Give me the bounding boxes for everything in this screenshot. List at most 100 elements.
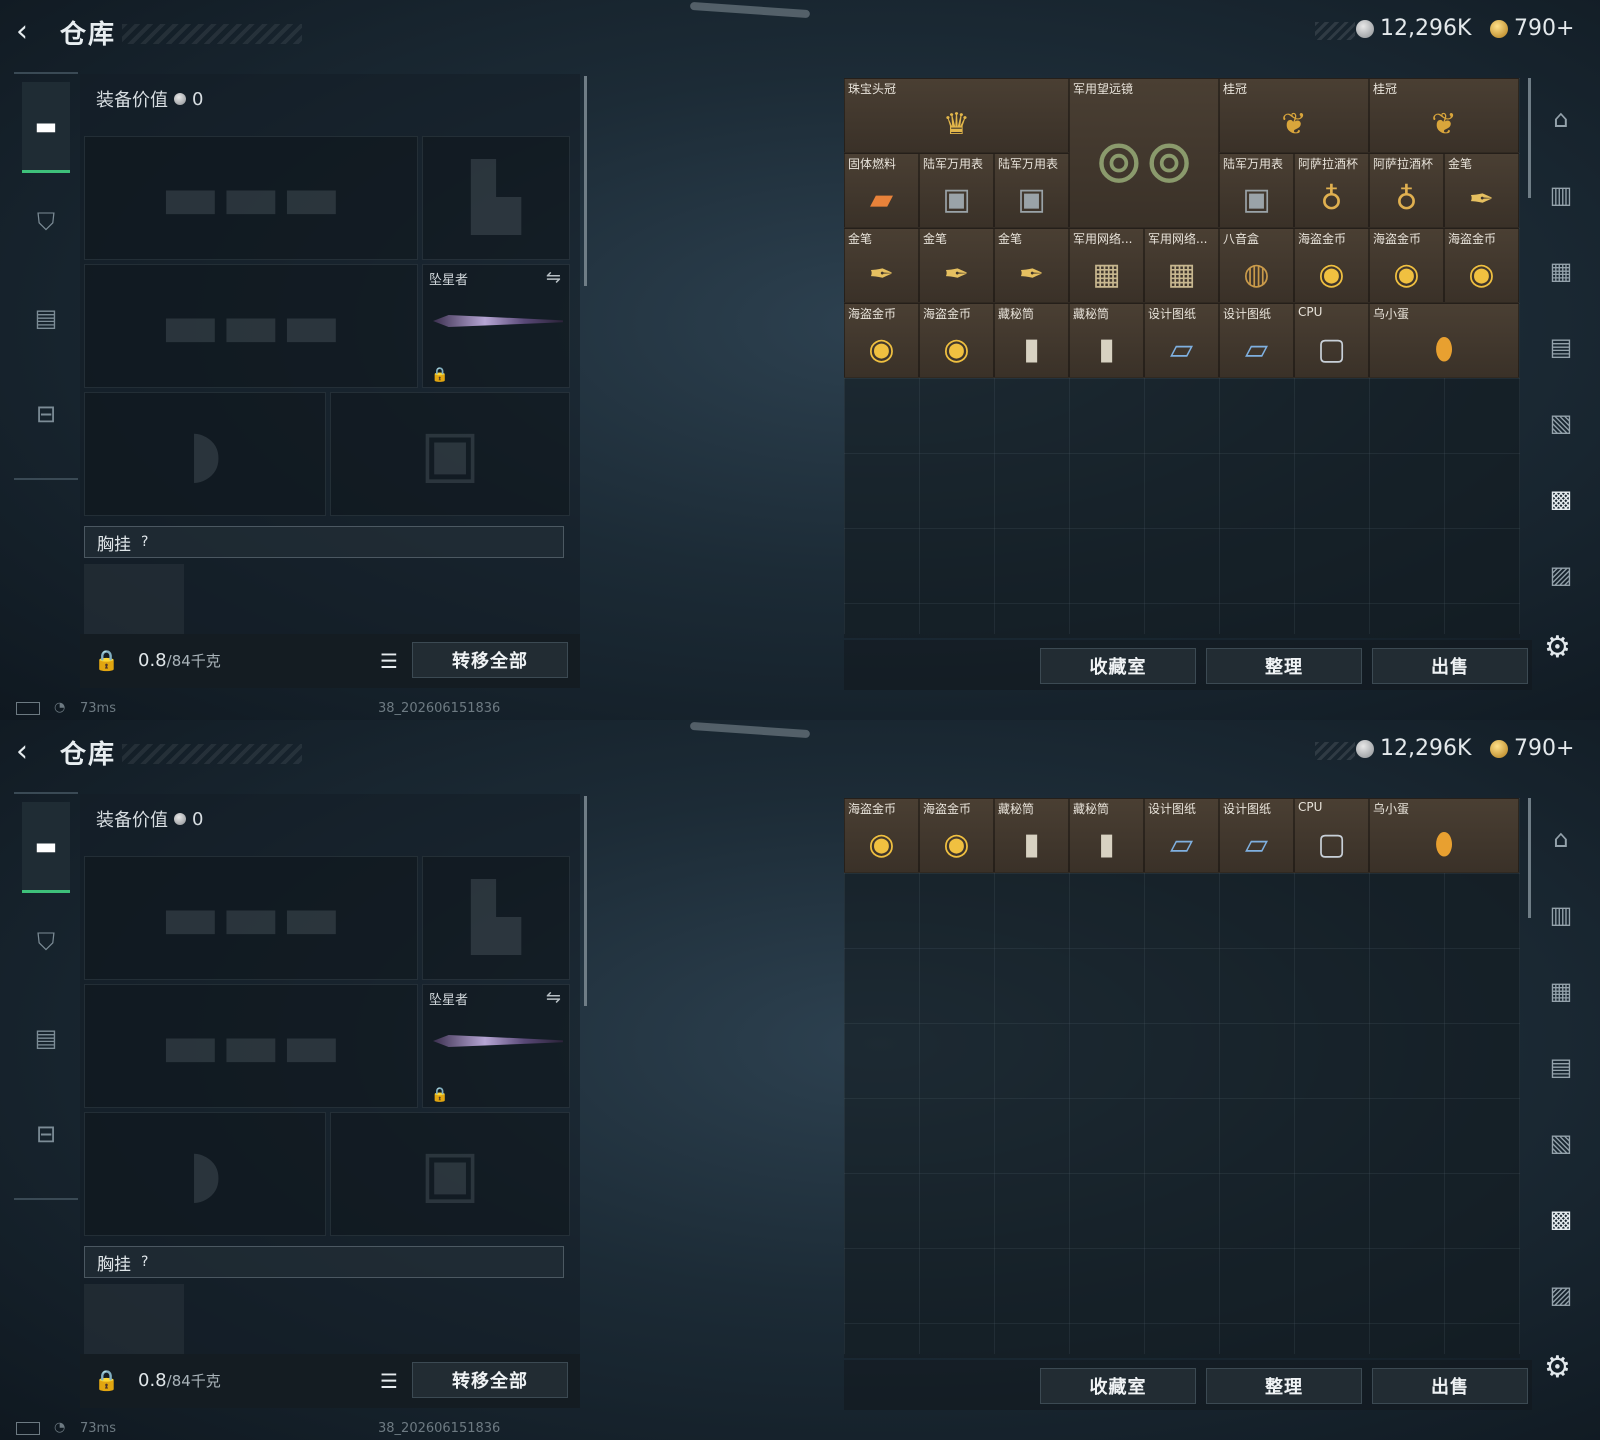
vault-icon[interactable]: ⌂	[1542, 100, 1580, 138]
storage-item[interactable]: 海盗金币 ◉	[1369, 228, 1444, 303]
tab-toolbox[interactable]: ⊟	[22, 1090, 70, 1178]
storage-page-3-icon[interactable]: ▤	[1542, 1048, 1580, 1086]
storage-page-1-icon[interactable]: ▥	[1542, 176, 1580, 214]
storage-page-6-icon[interactable]: ▨	[1542, 1276, 1580, 1314]
tab-toolbox[interactable]: ⊟	[22, 370, 70, 458]
storage-item[interactable]: 海盗金币 ◉	[919, 798, 994, 873]
help-icon[interactable]: ?	[141, 534, 148, 550]
storage-item[interactable]: 藏秘筒 ▮	[1069, 303, 1144, 378]
storage-item[interactable]: 珠宝头冠 ♛	[844, 78, 1069, 153]
storage-page-3-icon[interactable]: ▤	[1542, 328, 1580, 366]
storage-item[interactable]: 海盗金币 ◉	[1294, 228, 1369, 303]
storage-scrollbar[interactable]	[1528, 798, 1531, 918]
storage-item[interactable]: 陆军万用表 ▣	[994, 153, 1069, 228]
equipment-scrollbar[interactable]	[584, 796, 587, 1006]
armor-slot[interactable]: ▣	[330, 1112, 570, 1236]
silver-currency[interactable]: 12,296K	[1356, 16, 1471, 41]
storage-page-1-icon[interactable]: ▥	[1542, 896, 1580, 934]
storage-item[interactable]: 乌小蛋 ⬮	[1369, 303, 1519, 378]
collection-room-button[interactable]: 收藏室	[1040, 648, 1196, 684]
storage-page-4-icon[interactable]: ▧	[1542, 404, 1580, 442]
chest-rig-slot[interactable]	[84, 1284, 184, 1354]
storage-item[interactable]: CPU ▢	[1294, 303, 1369, 378]
list-view-icon[interactable]: ☰	[376, 648, 402, 674]
back-arrow-icon[interactable]: ‹	[16, 734, 28, 770]
storage-item[interactable]: 金笔 ✒	[844, 228, 919, 303]
transfer-all-button[interactable]: 转移全部	[412, 642, 568, 678]
storage-item[interactable]: 藏秘筒 ▮	[994, 303, 1069, 378]
storage-item[interactable]: 金笔 ✒	[919, 228, 994, 303]
tab-armor[interactable]: ⛉	[22, 898, 70, 986]
storage-item[interactable]: CPU ▢	[1294, 798, 1369, 873]
storage-item[interactable]: 军用网络... ▦	[1144, 228, 1219, 303]
primary-weapon-slot[interactable]: ▬▬▬	[84, 856, 418, 980]
storage-item[interactable]: 陆军万用表 ▣	[1219, 153, 1294, 228]
storage-page-5-icon[interactable]: ▩	[1542, 1200, 1580, 1238]
padlock-icon[interactable]: 🔒	[94, 1368, 119, 1392]
secondary-weapon-slot[interactable]: ▬▬▬	[84, 264, 418, 388]
storage-item[interactable]: 海盗金币 ◉	[844, 798, 919, 873]
transfer-all-button[interactable]: 转移全部	[412, 1362, 568, 1398]
vault-icon[interactable]: ⌂	[1542, 820, 1580, 858]
pistol-slot[interactable]: ▙	[422, 136, 570, 260]
gold-currency[interactable]: 790+	[1490, 16, 1574, 41]
silver-currency[interactable]: 12,296K	[1356, 736, 1471, 761]
helmet-slot[interactable]: ◗	[84, 392, 326, 516]
swap-icon[interactable]: ⇋	[546, 267, 561, 288]
storage-item[interactable]: 设计图纸 ▱	[1219, 303, 1294, 378]
primary-weapon-slot[interactable]: ▬▬▬	[84, 136, 418, 260]
collection-room-button[interactable]: 收藏室	[1040, 1368, 1196, 1404]
storage-page-2-icon[interactable]: ▦	[1542, 972, 1580, 1010]
pistol-slot[interactable]: ▙	[422, 856, 570, 980]
storage-item[interactable]: 设计图纸 ▱	[1219, 798, 1294, 873]
gold-currency[interactable]: 790+	[1490, 736, 1574, 761]
storage-item[interactable]: 海盗金币 ◉	[919, 303, 994, 378]
help-icon[interactable]: ?	[141, 1254, 148, 1270]
helmet-slot[interactable]: ◗	[84, 1112, 326, 1236]
organize-button[interactable]: 整理	[1206, 1368, 1362, 1404]
storage-page-2-icon[interactable]: ▦	[1542, 252, 1580, 290]
chest-rig-slot[interactable]	[84, 564, 184, 634]
list-view-icon[interactable]: ☰	[376, 1368, 402, 1394]
storage-item[interactable]: 固体燃料 ▰	[844, 153, 919, 228]
armor-slot[interactable]: ▣	[330, 392, 570, 516]
secondary-weapon-slot[interactable]: ▬▬▬	[84, 984, 418, 1108]
sell-button[interactable]: 出售	[1372, 1368, 1528, 1404]
melee-slot[interactable]: 坠星者 ⇋ 🔒	[422, 984, 570, 1108]
storage-item[interactable]: 金笔 ✒	[994, 228, 1069, 303]
storage-page-4-icon[interactable]: ▧	[1542, 1124, 1580, 1162]
storage-item[interactable]: 军用网络... ▦	[1069, 228, 1144, 303]
storage-item[interactable]: 陆军万用表 ▣	[919, 153, 994, 228]
storage-item[interactable]: 藏秘筒 ▮	[1069, 798, 1144, 873]
settings-gear-icon[interactable]: ⚙	[1544, 1350, 1571, 1385]
storage-scrollbar[interactable]	[1528, 78, 1531, 198]
storage-item[interactable]: 八音盒 ◍	[1219, 228, 1294, 303]
tab-armor[interactable]: ⛉	[22, 178, 70, 266]
storage-item[interactable]: 金笔 ✒	[1444, 153, 1519, 228]
storage-item[interactable]: 桂冠 ❦	[1369, 78, 1519, 153]
storage-item[interactable]: 阿萨拉酒杯 ♁	[1369, 153, 1444, 228]
tab-weapons[interactable]: ▬	[22, 802, 70, 893]
storage-item[interactable]: 藏秘筒 ▮	[994, 798, 1069, 873]
storage-item[interactable]: 军用望远镜 ⊚⊚	[1069, 78, 1219, 228]
storage-item[interactable]: 海盗金币 ◉	[1444, 228, 1519, 303]
storage-page-5-icon[interactable]: ▩	[1542, 480, 1580, 518]
storage-item[interactable]: 阿萨拉酒杯 ♁	[1294, 153, 1369, 228]
sell-button[interactable]: 出售	[1372, 648, 1528, 684]
padlock-icon[interactable]: 🔒	[94, 648, 119, 672]
storage-item[interactable]: 设计图纸 ▱	[1144, 303, 1219, 378]
equipment-scrollbar[interactable]	[584, 76, 587, 286]
swap-icon[interactable]: ⇋	[546, 987, 561, 1008]
tab-backpack[interactable]: ▤	[22, 994, 70, 1082]
chest-rig-header[interactable]: 胸挂 ?	[84, 526, 564, 558]
chest-rig-header[interactable]: 胸挂 ?	[84, 1246, 564, 1278]
settings-gear-icon[interactable]: ⚙	[1544, 630, 1571, 665]
storage-item[interactable]: 设计图纸 ▱	[1144, 798, 1219, 873]
back-arrow-icon[interactable]: ‹	[16, 14, 28, 50]
storage-item[interactable]: 桂冠 ❦	[1219, 78, 1369, 153]
tab-backpack[interactable]: ▤	[22, 274, 70, 362]
tab-weapons[interactable]: ▬	[22, 82, 70, 173]
storage-page-6-icon[interactable]: ▨	[1542, 556, 1580, 594]
melee-slot[interactable]: 坠星者 ⇋ 🔒	[422, 264, 570, 388]
storage-item[interactable]: 乌小蛋 ⬮	[1369, 798, 1519, 873]
